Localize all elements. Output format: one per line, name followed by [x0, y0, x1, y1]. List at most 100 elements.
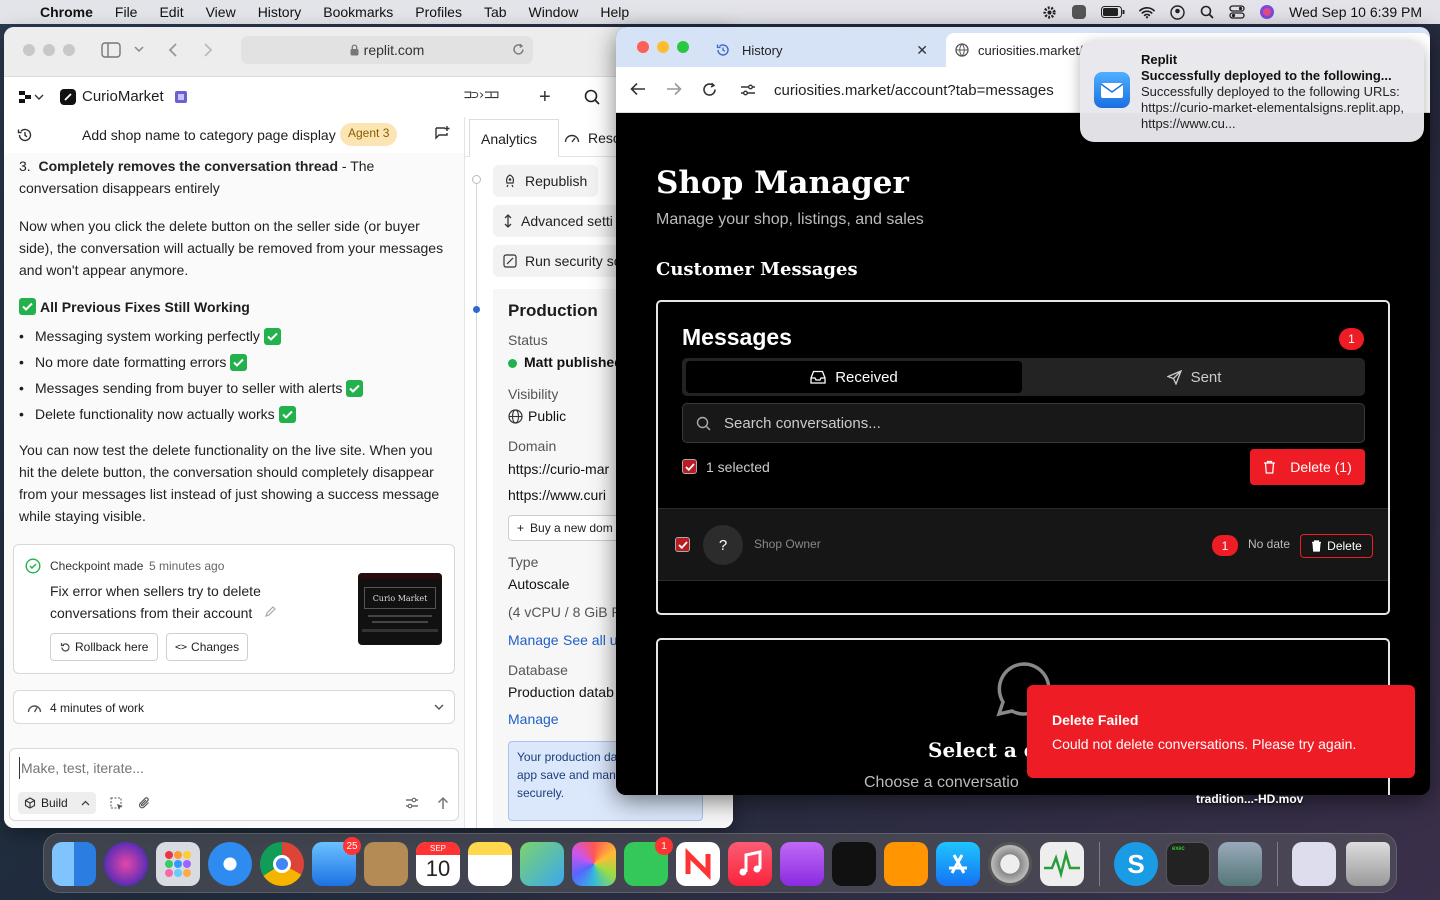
user-icon[interactable] — [1169, 4, 1185, 20]
error-toast[interactable]: Delete Failed Could not delete conversat… — [1027, 685, 1415, 778]
search-icon[interactable] — [584, 89, 600, 105]
menu-file[interactable]: File — [115, 4, 138, 20]
launchpad-icon[interactable] — [156, 842, 200, 886]
menu-profiles[interactable]: Profiles — [415, 4, 462, 20]
maps-icon[interactable] — [520, 842, 564, 886]
contacts-icon[interactable] — [364, 842, 408, 886]
forward-arrow-icon[interactable] — [666, 82, 682, 96]
menu-clock[interactable]: Wed Sep 10 6:39 PM — [1289, 4, 1422, 20]
checkpoint-thumbnail[interactable]: Curio Market — [358, 573, 442, 645]
new-chat-icon[interactable] — [434, 125, 450, 141]
work-summary-collapsible[interactable]: 4 minutes of work — [13, 690, 455, 724]
chevron-down-icon[interactable] — [134, 46, 144, 54]
send-arrow-icon[interactable] — [437, 796, 449, 810]
conversation-row[interactable]: ? Shop Owner 1 No date Delete — [658, 508, 1388, 581]
select-all-checkbox[interactable] — [682, 459, 697, 474]
menu-tab[interactable]: Tab — [484, 4, 507, 20]
desktop-file-label[interactable]: tradition...-HD.mov — [1196, 792, 1303, 806]
siri-icon[interactable] — [1259, 4, 1275, 20]
system-notification[interactable]: Replit Successfully deployed to the foll… — [1080, 40, 1424, 142]
books-icon[interactable] — [884, 842, 928, 886]
calendar-icon[interactable]: SEP 10 — [416, 842, 460, 886]
zoom-window-button[interactable] — [63, 44, 75, 56]
activity-monitor-icon[interactable] — [1040, 842, 1084, 886]
trash-icon[interactable] — [1346, 842, 1390, 886]
music-icon[interactable] — [728, 842, 772, 886]
address-bar[interactable]: replit.com — [241, 36, 533, 64]
database-manage-link[interactable]: Manage — [508, 711, 559, 727]
site-settings-icon[interactable] — [740, 83, 756, 97]
menu-window[interactable]: Window — [529, 4, 579, 20]
back-arrow-icon[interactable] — [630, 82, 646, 96]
republish-button[interactable]: Republish — [493, 165, 598, 197]
attach-paperclip-icon[interactable] — [138, 796, 151, 810]
close-tab-icon[interactable]: ✕ — [916, 42, 928, 59]
see-all-link[interactable]: See all u — [563, 632, 617, 648]
battery-icon[interactable] — [1101, 4, 1125, 20]
menu-app-name[interactable]: Chrome — [40, 4, 93, 20]
tabs-overflow-icon[interactable]: ⊐⊃›⊐⊐ — [464, 88, 499, 103]
project-name[interactable]: CurioMarket — [82, 88, 164, 105]
conversation-checkbox[interactable] — [675, 537, 690, 552]
minimize-window-button[interactable] — [43, 44, 55, 56]
manage-link[interactable]: Manage — [508, 632, 559, 648]
gear-status-icon[interactable] — [1041, 4, 1057, 20]
menu-edit[interactable]: Edit — [159, 4, 183, 20]
menu-history[interactable]: History — [258, 4, 302, 20]
facetime-icon[interactable]: 1 — [624, 837, 673, 886]
settings-sliders-icon[interactable] — [405, 797, 419, 809]
menu-bookmarks[interactable]: Bookmarks — [323, 4, 393, 20]
replit-logo-icon[interactable] — [19, 90, 45, 104]
close-window-button[interactable] — [23, 44, 35, 56]
domain-link-2[interactable]: https://www.curi — [508, 487, 606, 503]
mail-icon[interactable]: 25 — [312, 837, 361, 886]
reload-icon[interactable] — [702, 82, 717, 97]
podcasts-icon[interactable] — [780, 842, 824, 886]
history-icon[interactable] — [17, 127, 33, 143]
prompt-input[interactable] — [19, 757, 439, 779]
app-preview-icon[interactable] — [174, 90, 188, 104]
system-settings-icon[interactable] — [988, 842, 1032, 886]
toast-message: Could not delete conversations. Please t… — [1052, 736, 1357, 752]
close-window-button[interactable] — [637, 41, 649, 53]
changes-button[interactable]: <> Changes — [166, 633, 249, 661]
chrome-icon[interactable] — [260, 842, 304, 886]
tab-analytics[interactable]: Analytics — [469, 119, 559, 157]
safari-icon[interactable] — [208, 842, 252, 886]
skype-status-icon[interactable] — [1071, 4, 1087, 20]
preview-icon[interactable] — [1218, 842, 1262, 886]
menu-view[interactable]: View — [206, 4, 236, 20]
downloads-stack-icon[interactable] — [1292, 842, 1336, 886]
select-element-icon[interactable] — [110, 797, 124, 811]
forward-arrow-icon[interactable] — [202, 42, 214, 58]
siri-icon[interactable] — [104, 842, 148, 886]
tab-history[interactable]: History ✕ — [706, 33, 938, 67]
domain-link-1[interactable]: https://curio-mar — [508, 461, 609, 477]
finder-icon[interactable] — [52, 842, 96, 886]
news-icon[interactable] — [676, 842, 720, 886]
search-conversations-input[interactable] — [724, 414, 1324, 432]
menu-help[interactable]: Help — [600, 4, 629, 20]
control-center-icon[interactable] — [1229, 4, 1245, 20]
conversation-delete-button[interactable]: Delete — [1300, 534, 1373, 558]
tab-received[interactable]: Received — [686, 361, 1022, 393]
build-mode-selector[interactable]: Build — [18, 792, 96, 814]
spotlight-search-icon[interactable] — [1199, 4, 1215, 20]
edit-pencil-icon[interactable] — [264, 605, 277, 618]
zoom-window-button[interactable] — [677, 41, 689, 53]
apple-tv-icon[interactable] — [832, 842, 876, 886]
minimize-window-button[interactable] — [657, 41, 669, 53]
wifi-icon[interactable] — [1139, 4, 1156, 20]
delete-selected-button[interactable]: Delete (1) — [1250, 449, 1365, 485]
add-tab-icon[interactable]: + — [539, 86, 551, 109]
app-store-icon[interactable] — [936, 842, 980, 886]
skype-icon[interactable]: S — [1114, 842, 1158, 886]
reload-icon[interactable] — [512, 43, 525, 56]
notes-icon[interactable] — [468, 842, 512, 886]
rollback-button[interactable]: Rollback here — [50, 633, 159, 661]
photos-icon[interactable] — [572, 842, 616, 886]
back-arrow-icon[interactable] — [167, 42, 179, 58]
terminal-icon[interactable]: exec — [1166, 842, 1210, 886]
sidebar-toggle-icon[interactable] — [101, 42, 121, 58]
tab-sent[interactable]: Sent — [1027, 361, 1361, 393]
